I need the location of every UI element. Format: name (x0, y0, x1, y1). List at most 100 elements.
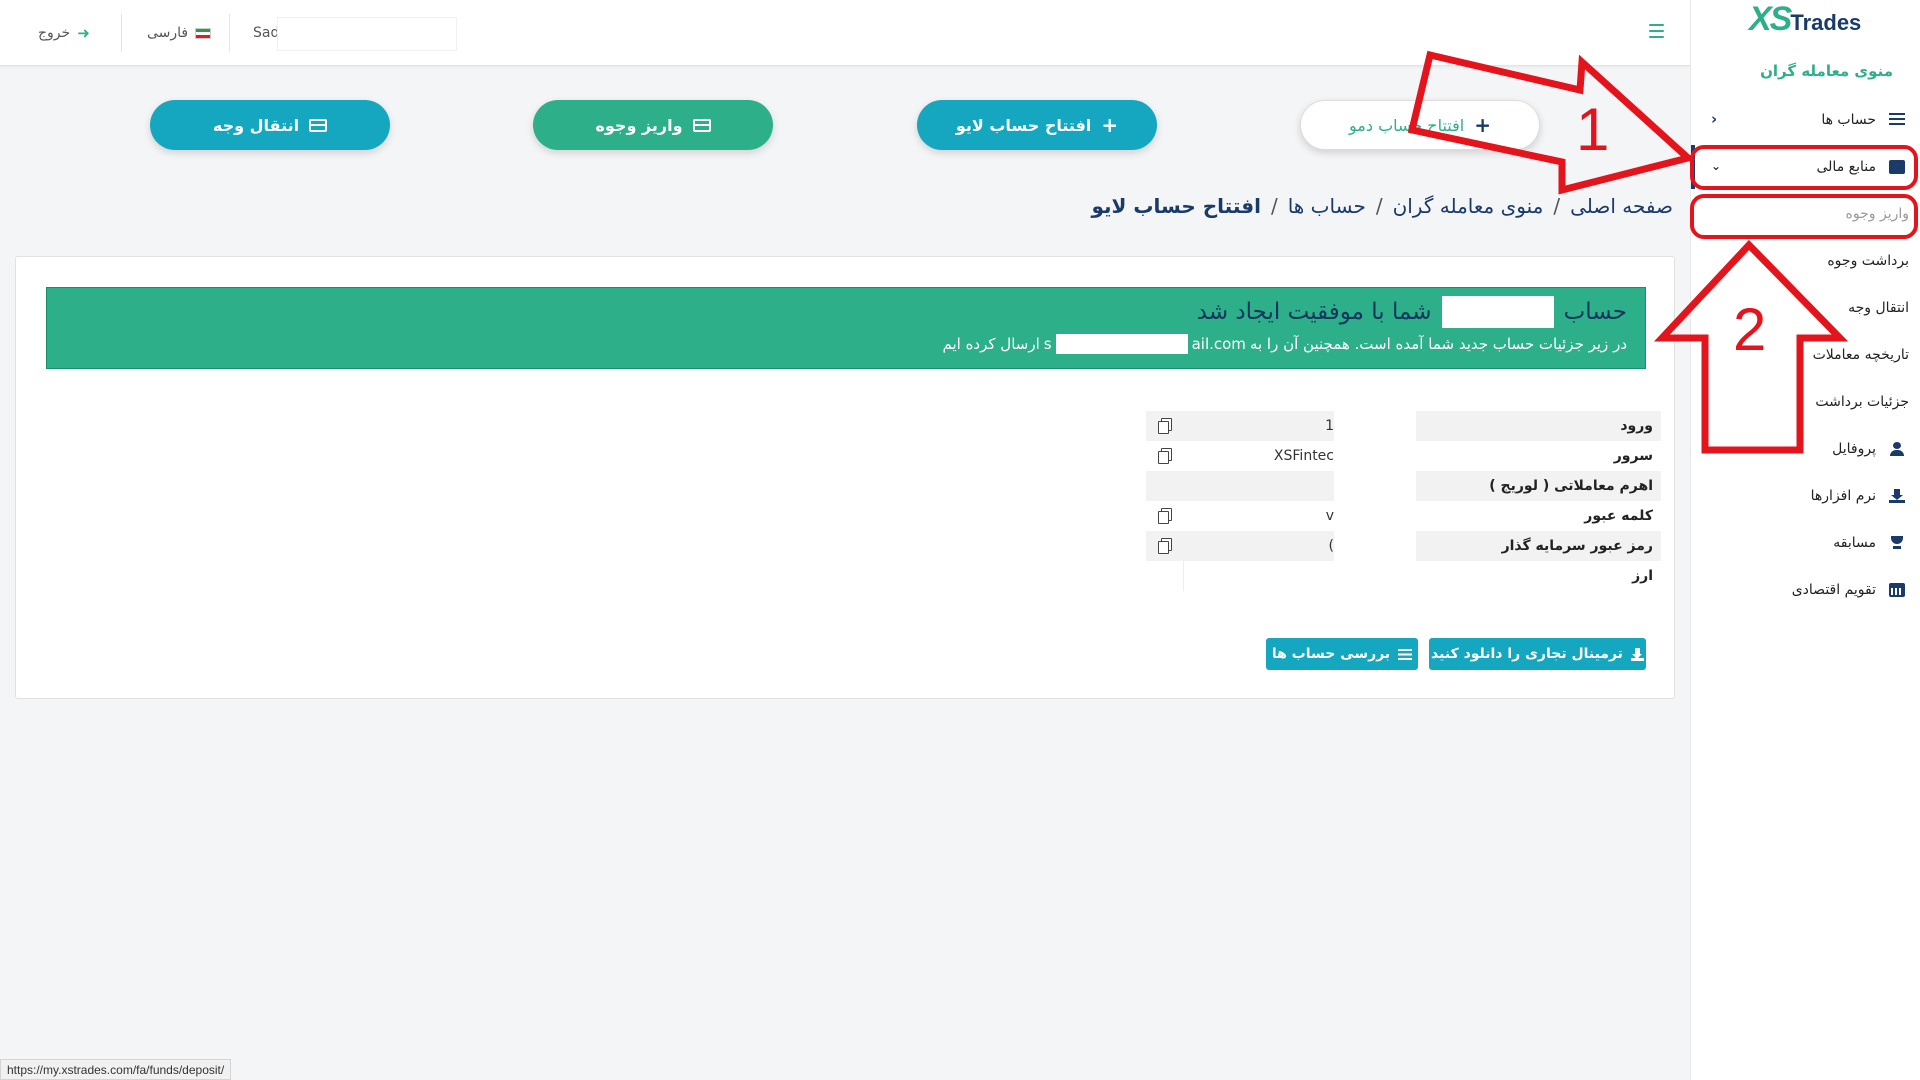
sidebar-item-label: جزئیات برداشت (1815, 394, 1909, 410)
sidebar-item-profile[interactable]: پروفایل (1691, 431, 1920, 467)
credit-card-icon (692, 118, 711, 132)
alert-title: حساب شما با موفقیت ایجاد شد (65, 296, 1627, 328)
detail-label: سرور (1613, 448, 1653, 464)
sidebar-item-trade-history[interactable]: تاریخچه معاملات (1691, 337, 1920, 373)
success-alert: حساب شما با موفقیت ایجاد شد در زیر جزئیا… (46, 287, 1646, 369)
alert-email-prefix: s (1043, 335, 1052, 353)
xstrades-logo[interactable]: XSTrades (1749, 0, 1861, 39)
sidebar-item-accounts[interactable]: حساب ها ‹ (1691, 102, 1920, 138)
sidebar-item-label: حساب ها (1821, 112, 1876, 128)
download-icon (1630, 647, 1644, 661)
hamburger-menu-icon[interactable] (1649, 24, 1664, 38)
sidebar-item-label: منابع مالی (1816, 159, 1877, 175)
sidebar-item-deposit[interactable]: واریز وجوه (1691, 196, 1920, 232)
logo-trades: Trades (1790, 10, 1862, 35)
copy-icon[interactable] (1156, 507, 1174, 525)
sidebar-item-label: واریز وجوه (1845, 206, 1909, 222)
language-selector[interactable]: فارسی (147, 0, 212, 66)
logout-label: خروج (38, 25, 71, 41)
table-row: ورود 1 (1146, 411, 1661, 441)
detail-value: ( (1146, 531, 1334, 561)
list-icon (1398, 648, 1413, 660)
detail-value-text: XSFintec (1273, 448, 1334, 464)
annotation-step-2: 2 (1733, 296, 1767, 363)
sidebar-item-economic-calendar[interactable]: تقویم اقتصادی (1691, 572, 1920, 608)
sidebar: XSTrades منوی معامله گران حساب ها ‹ مناب… (1690, 0, 1920, 1080)
sidebar-item-transfer[interactable]: انتقال وجه (1691, 290, 1920, 326)
annotation-step-1: 1 (1576, 96, 1610, 163)
detail-value-text: 1 (1325, 418, 1334, 434)
credit-card-icon (309, 118, 328, 132)
plus-icon: + (1474, 113, 1491, 137)
divider (229, 14, 230, 52)
sidebar-item-withdraw-details[interactable]: جزئیات برداشت (1691, 384, 1920, 420)
download-terminal-label: ترمینال تجاری را دانلود کنید (1431, 646, 1623, 662)
copy-icon[interactable] (1156, 417, 1174, 435)
user-icon (1889, 442, 1905, 456)
iran-flag-icon (195, 27, 212, 39)
sidebar-item-funds[interactable]: منابع مالی ⌄ (1691, 149, 1920, 185)
detail-value (1146, 471, 1334, 501)
table-row: رمز عبور سرمایه گذار ( (1146, 531, 1661, 561)
deposit-label: واریز وجوه (595, 115, 683, 135)
breadcrumb-separator: / (1553, 194, 1561, 218)
top-bar: خروج ➜ فارسی Sad (0, 0, 1690, 66)
redacted-username (277, 17, 457, 51)
sidebar-item-withdraw[interactable]: برداشت وجوه (1691, 243, 1920, 279)
alert-text-end: ارسال کرده ایم (942, 335, 1040, 353)
detail-label: اهرم معاملاتی ( لوریج ) (1416, 471, 1661, 501)
wallet-icon (1889, 160, 1905, 174)
sidebar-title: منوی معامله گران (1760, 62, 1893, 80)
detail-value: XSFintec (1146, 441, 1334, 471)
download-terminal-button[interactable]: ترمینال تجاری را دانلود کنید (1429, 638, 1646, 670)
user-menu[interactable]: Sad (253, 0, 279, 66)
sidebar-item-label: برداشت وجوه (1827, 253, 1909, 269)
breadcrumb-accounts[interactable]: حساب ها (1288, 194, 1366, 218)
detail-value-text: v (1325, 508, 1334, 524)
detail-label: ارز (1632, 568, 1653, 584)
open-demo-label: افتتاح حساب دمو (1349, 115, 1465, 135)
alert-text: در زیر جزئیات حساب جدید شما آمده است. هم… (65, 334, 1627, 354)
detail-value: 1 (1146, 411, 1334, 441)
sidebar-item-label: انتقال وجه (1848, 300, 1909, 316)
breadcrumb-current: افتتاح حساب لایو (1091, 194, 1261, 218)
open-demo-account-button[interactable]: افتتاح حساب دمو + (1300, 100, 1540, 150)
logout-link[interactable]: خروج ➜ (38, 0, 90, 66)
table-row: سرور XSFintec (1146, 441, 1661, 471)
sidebar-item-label: پروفایل (1832, 441, 1876, 457)
sidebar-item-label: نرم افزارها (1810, 488, 1876, 504)
sidebar-item-contest[interactable]: مسابقه (1691, 525, 1920, 561)
redacted-email (1055, 334, 1188, 354)
review-accounts-button[interactable]: بررسی حساب ها (1266, 638, 1418, 670)
copy-icon[interactable] (1156, 537, 1174, 555)
breadcrumb: صفحه اصلی / منوی معامله گران / حساب ها /… (1091, 194, 1673, 218)
account-details-card: حساب شما با موفقیت ایجاد شد در زیر جزئیا… (15, 256, 1675, 699)
logout-icon: ➜ (77, 24, 90, 42)
open-live-label: افتتاح حساب لایو (955, 115, 1092, 135)
download-icon (1889, 489, 1905, 503)
deposit-button[interactable]: واریز وجوه (533, 100, 773, 150)
sidebar-item-label: مسابقه (1833, 535, 1876, 551)
redacted-account-number (1441, 296, 1554, 328)
list-icon (1889, 113, 1905, 127)
empty-cell (1146, 561, 1184, 591)
copy-icon[interactable] (1156, 447, 1174, 465)
alert-text-start: در زیر جزئیات حساب جدید شما آمده است. هم… (1249, 335, 1627, 353)
breadcrumb-trader-menu[interactable]: منوی معامله گران (1393, 194, 1544, 218)
username: Sad (253, 25, 280, 41)
logo-xs: XS (1749, 0, 1792, 38)
breadcrumb-separator: / (1270, 194, 1278, 218)
alert-title-start: حساب (1563, 299, 1627, 325)
open-live-account-button[interactable]: افتتاح حساب لایو + (917, 100, 1157, 150)
plus-icon: + (1101, 113, 1119, 137)
review-accounts-label: بررسی حساب ها (1271, 646, 1391, 662)
sidebar-item-label: تاریخچه معاملات (1812, 347, 1909, 363)
sidebar-item-software[interactable]: نرم افزارها (1691, 478, 1920, 514)
detail-label: کلمه عبور (1584, 508, 1653, 524)
transfer-button[interactable]: انتقال وجه (150, 100, 390, 150)
breadcrumb-home[interactable]: صفحه اصلی (1570, 194, 1673, 218)
sidebar-item-label: تقویم اقتصادی (1791, 582, 1876, 598)
trophy-icon (1889, 536, 1905, 550)
chevron-down-icon: ⌄ (1711, 159, 1722, 173)
language-label: فارسی (147, 25, 189, 41)
